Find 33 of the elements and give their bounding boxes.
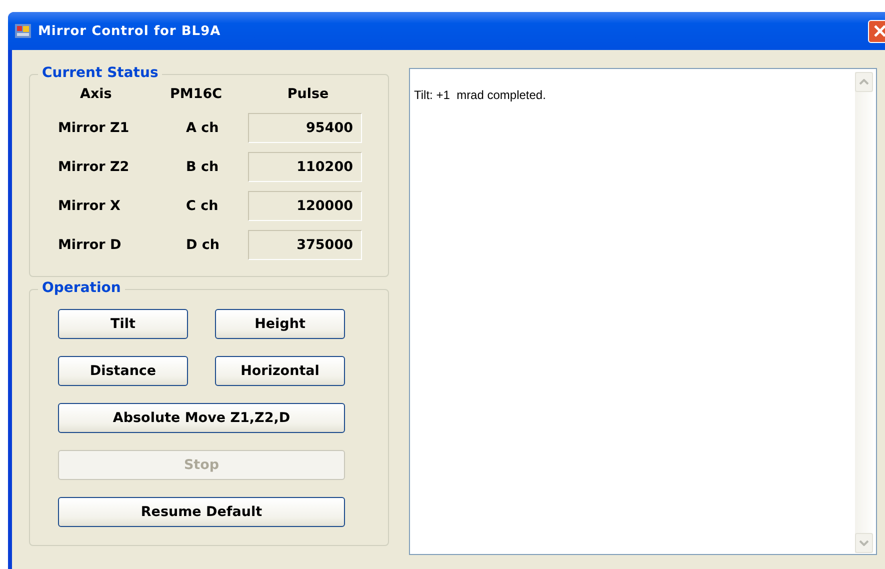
pulse-field: 375000 [248,230,362,260]
channel-label: C ch [186,198,218,214]
button[interactable]: Distance [58,356,188,386]
window-title: Mirror Control for BL9A [38,24,221,38]
axis-label: Mirror X [58,198,120,214]
axis-label: Mirror Z2 [58,158,130,174]
chevron-down-icon [859,540,869,546]
button[interactable]: Absolute Move Z1,Z2,D [58,403,345,433]
pulse-field: 110200 [248,152,362,182]
column-header: Axis [80,86,112,104]
group-title: Operation [38,280,125,296]
log-textbox[interactable]: Tilt: +1 mrad completed. [409,68,877,555]
close-button[interactable] [868,20,885,42]
app-icon [15,23,31,39]
close-icon [872,24,885,38]
scrollbar[interactable] [855,72,873,553]
channel-label: B ch [186,158,219,174]
channel-label: A ch [186,120,219,136]
pulse-field: 95400 [248,112,362,142]
column-header: Pulse [287,86,329,104]
pulse-field: 120000 [248,190,362,220]
chevron-up-icon [859,79,869,85]
button[interactable]: Horizontal [215,356,345,386]
button[interactable]: Tilt [58,309,188,339]
axis-label: Mirror D [58,236,122,252]
axis-label: Mirror Z1 [58,120,130,136]
column-header: PM16C [170,86,222,104]
log-line: Tilt: +1 mrad completed. [414,88,547,102]
channel-label: D ch [186,236,220,252]
button[interactable]: Resume Default [58,497,345,527]
button[interactable]: Height [215,309,345,339]
scroll-down-button[interactable] [855,533,873,553]
scroll-up-button[interactable] [855,72,873,92]
